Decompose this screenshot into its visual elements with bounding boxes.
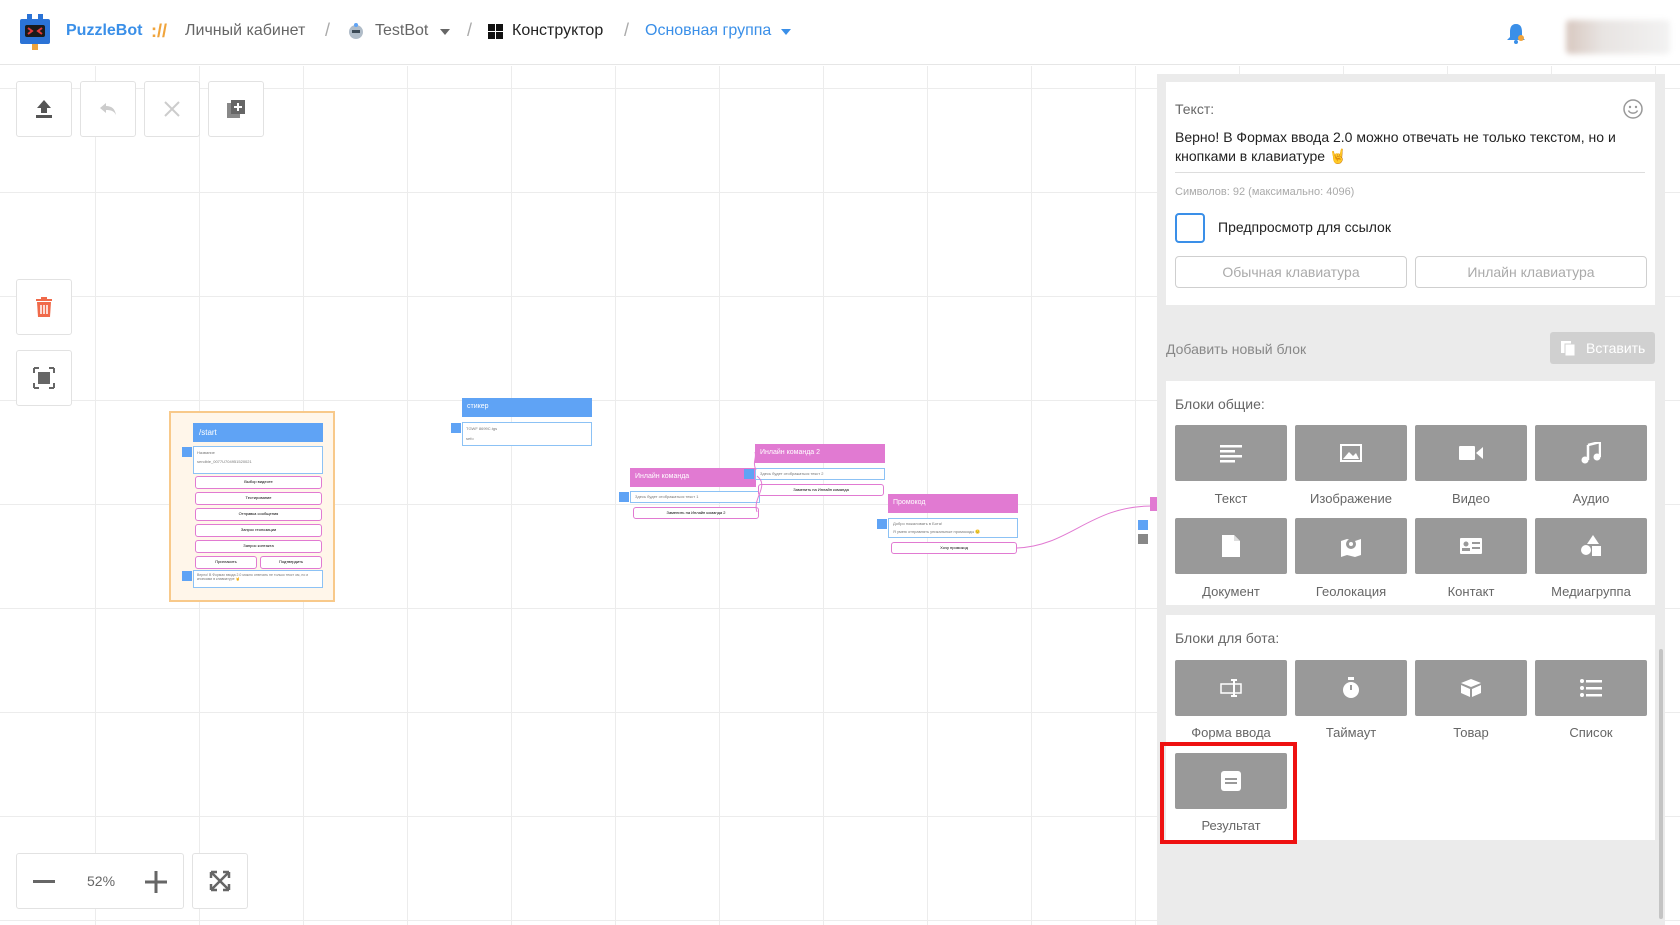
text-editor-card: Текст: Верно! В Формах ввода 2.0 можно о… xyxy=(1166,82,1655,305)
block-panel: Текст: Верно! В Формах ввода 2.0 можно о… xyxy=(1157,74,1665,925)
scrollbar-thumb[interactable] xyxy=(1659,649,1663,919)
document-block-button[interactable] xyxy=(1175,518,1287,574)
fullscreen-icon xyxy=(209,870,231,892)
video-icon xyxy=(1459,446,1483,460)
list-block-label: Список xyxy=(1569,725,1613,740)
document-block-label: Документ xyxy=(1202,584,1260,599)
geolocation-block-button[interactable] xyxy=(1295,518,1407,574)
paste-label: Вставить xyxy=(1586,340,1646,356)
product-block-label: Товар xyxy=(1453,725,1489,740)
chevron-down-icon[interactable] xyxy=(440,29,450,35)
text-label: Текст: xyxy=(1175,101,1215,117)
node-type-icon xyxy=(1138,534,1148,544)
minus-icon[interactable] xyxy=(33,880,55,884)
breadcrumb-cabinet[interactable]: Личный кабинет xyxy=(185,22,305,40)
video-block-label: Видео xyxy=(1452,491,1490,506)
message-text-input[interactable]: Верно! В Формах ввода 2.0 можно отвечать… xyxy=(1175,128,1645,173)
bell-icon[interactable] xyxy=(1506,22,1526,44)
image-block-label: Изображение xyxy=(1310,491,1392,506)
audio-block-label: Аудио xyxy=(1572,491,1610,506)
breadcrumb-bot[interactable]: TestBot xyxy=(375,22,428,40)
link-preview-label[interactable]: Предпросмотр для ссылок xyxy=(1218,219,1391,235)
contact-block-button[interactable] xyxy=(1415,518,1527,574)
breadcrumb-constructor[interactable]: Конструктор xyxy=(512,22,603,40)
brand-name[interactable]: PuzzleBot xyxy=(66,22,142,40)
stopwatch-icon xyxy=(1343,677,1359,698)
text-lines-icon xyxy=(1220,445,1242,463)
symbols-counter: Символов: 92 (максимально: 4096) xyxy=(1175,186,1355,198)
plus-icon[interactable] xyxy=(145,871,167,893)
zoom-value: 52% xyxy=(87,873,116,889)
user-avatar[interactable] xyxy=(1566,20,1670,54)
image-block-button[interactable] xyxy=(1295,425,1407,481)
text-block-label: Текст xyxy=(1214,491,1248,506)
text-block-button[interactable] xyxy=(1175,425,1287,481)
node-type-icon xyxy=(1138,520,1148,530)
document-icon xyxy=(1222,535,1240,557)
input-form-icon xyxy=(1220,679,1242,697)
audio-block-button[interactable] xyxy=(1535,425,1647,481)
mediagroup-block-button[interactable] xyxy=(1535,518,1647,574)
bot-icon xyxy=(349,23,363,39)
paste-button[interactable]: Вставить xyxy=(1550,332,1655,364)
product-block-button[interactable] xyxy=(1415,660,1527,716)
brand-separator: :// xyxy=(151,21,167,41)
timeout-block-label: Таймаут xyxy=(1325,725,1377,740)
grid-icon xyxy=(488,24,503,39)
result-highlight-box xyxy=(1160,742,1297,844)
mediagroup-block-label: Медиагруппа xyxy=(1551,584,1631,599)
chevron-down-icon[interactable] xyxy=(781,29,791,35)
breadcrumb-separator: / xyxy=(467,20,473,40)
node-connectors xyxy=(753,451,1153,549)
geolocation-block-label: Геолокация xyxy=(1315,584,1387,599)
shapes-icon xyxy=(1581,535,1601,556)
breadcrumb-group[interactable]: Основная группа xyxy=(645,22,771,40)
breadcrumb-separator: / xyxy=(325,20,331,40)
input-form-block-label: Форма ввода xyxy=(1191,725,1271,740)
puzzlebot-logo-icon[interactable] xyxy=(18,14,52,50)
list-block-button[interactable] xyxy=(1535,660,1647,716)
input-form-block-button[interactable] xyxy=(1175,660,1287,716)
bot-blocks-title: Блоки для бота: xyxy=(1175,630,1280,646)
music-note-icon xyxy=(1581,442,1601,464)
zoom-control: 52% xyxy=(16,853,184,909)
video-block-button[interactable] xyxy=(1415,425,1527,481)
contact-block-label: Контакт xyxy=(1447,584,1495,599)
box-icon xyxy=(1461,679,1481,697)
emoji-icon[interactable] xyxy=(1623,99,1643,119)
timeout-block-button[interactable] xyxy=(1295,660,1407,716)
breadcrumb-separator: / xyxy=(624,20,630,40)
top-header: PuzzleBot :// Личный кабинет / TestBot /… xyxy=(0,0,1680,65)
inline-keyboard-button[interactable]: Инлайн клавиатура xyxy=(1415,256,1647,288)
map-pin-icon xyxy=(1341,539,1361,557)
image-icon xyxy=(1340,444,1362,462)
contact-card-icon xyxy=(1460,538,1482,554)
paste-icon xyxy=(1561,341,1576,357)
list-icon xyxy=(1580,679,1602,697)
general-blocks-title: Блоки общие: xyxy=(1175,396,1265,412)
add-block-title: Добавить новый блок xyxy=(1166,341,1307,357)
fullscreen-button[interactable] xyxy=(192,853,248,909)
link-preview-checkbox[interactable] xyxy=(1175,213,1205,243)
regular-keyboard-button[interactable]: Обычная клавиатура xyxy=(1175,256,1407,288)
panel-scrollbar[interactable] xyxy=(1656,74,1665,925)
general-blocks-card: Блоки общие: Текст Изображение Видео Ауд… xyxy=(1166,381,1655,605)
